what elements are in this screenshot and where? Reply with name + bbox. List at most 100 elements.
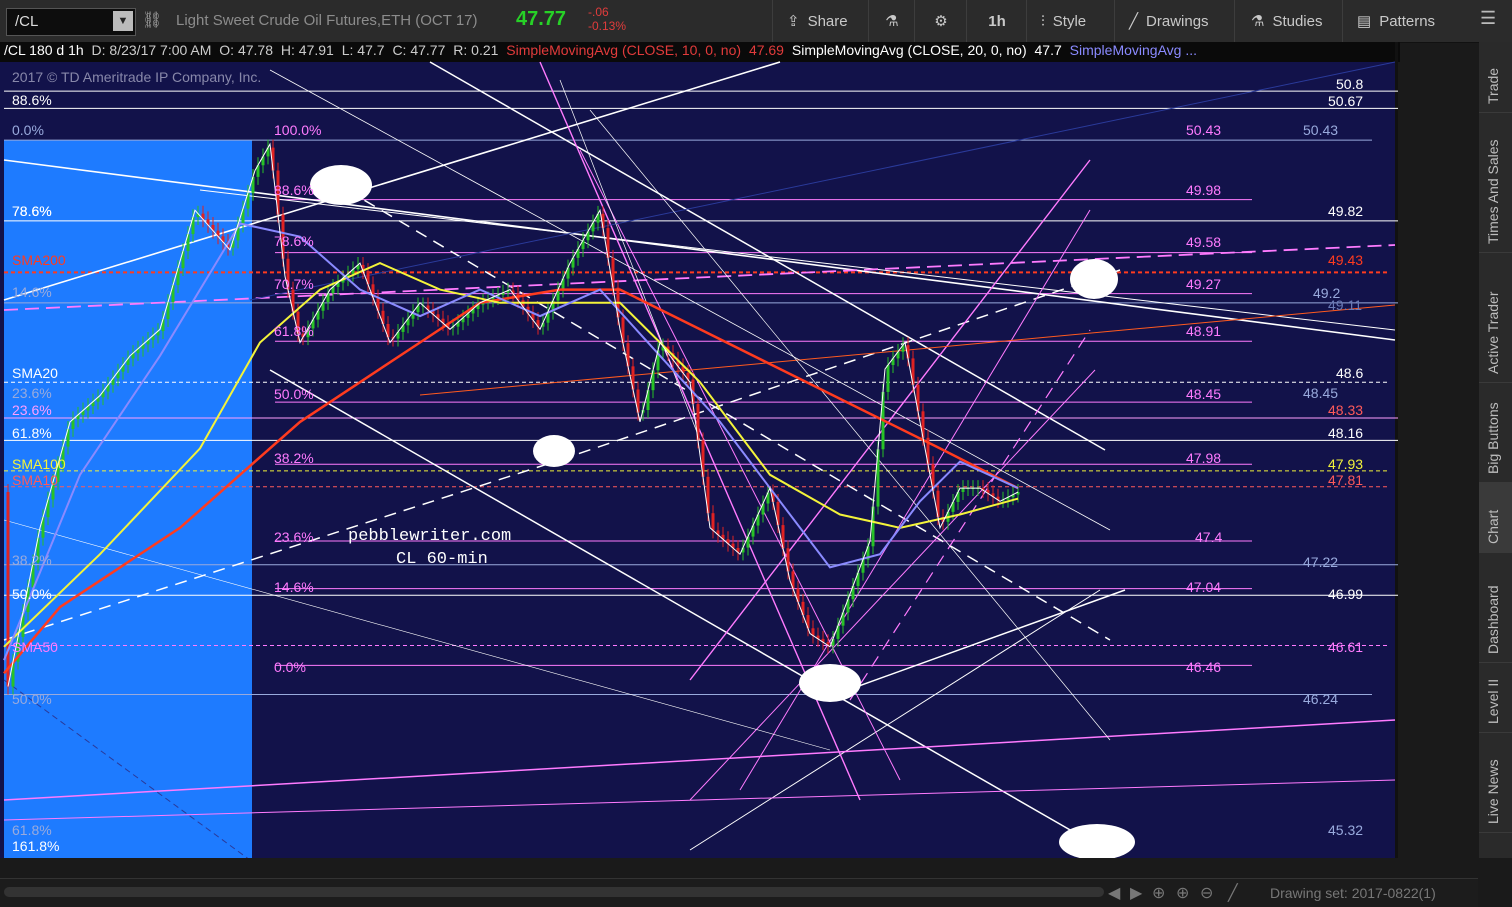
share-icon: ⇪ bbox=[787, 13, 800, 30]
left-level-label: 0.0% bbox=[12, 122, 44, 138]
right-price-label: 48.45 bbox=[1303, 385, 1338, 401]
left-level-label: SMA200 bbox=[12, 252, 66, 268]
tab-trade-label: Trade bbox=[1485, 67, 1501, 104]
flask-button[interactable]: ⚗ bbox=[868, 0, 915, 42]
settings-button[interactable]: ⚙ bbox=[914, 0, 967, 42]
candle-body bbox=[871, 506, 875, 547]
right-price-label: 48.6 bbox=[1336, 365, 1363, 381]
bottom-toolbar: ◀ ▶ ⊕ ⊕ ⊖ ╱ Drawing set: 2017-0822(1) bbox=[0, 878, 1478, 907]
right-price-label: 45.32 bbox=[1328, 822, 1363, 838]
right-price-label: 46.46 bbox=[1186, 659, 1221, 675]
left-level-label: 38.2% bbox=[12, 552, 52, 568]
fib-label: 70.7% bbox=[274, 276, 314, 292]
watermark-line2: CL 60-min bbox=[396, 550, 488, 569]
timeframe-button[interactable]: 1h bbox=[966, 0, 1027, 42]
right-price-label: 46.99 bbox=[1328, 586, 1363, 602]
flask-icon: ⚗ bbox=[1251, 13, 1265, 30]
tab-times-and-sales[interactable]: Times And Sales bbox=[1479, 112, 1512, 253]
tab-active-trader[interactable]: Active Trader bbox=[1479, 252, 1512, 383]
right-price-label: 46.24 bbox=[1303, 691, 1338, 707]
symbol-input[interactable]: /CL ▼ bbox=[6, 8, 136, 36]
last-price: 47.77 bbox=[516, 8, 567, 30]
zoom-in-icon[interactable]: ⊕ bbox=[1176, 883, 1189, 903]
tab-chart-label: Chart bbox=[1485, 509, 1501, 544]
candle-body bbox=[161, 319, 165, 332]
fib-label: 78.6% bbox=[274, 233, 314, 249]
fib-label: 14.6% bbox=[274, 579, 314, 595]
right-price-label: 46.61 bbox=[1328, 639, 1363, 655]
right-price-label: 50.67 bbox=[1328, 93, 1363, 109]
scroll-left-icon[interactable]: ◀ bbox=[1108, 883, 1120, 903]
scroll-right-icon[interactable]: ▶ bbox=[1130, 883, 1142, 903]
left-level-label: SMA10 bbox=[12, 472, 58, 488]
chevron-down-icon[interactable]: ▼ bbox=[113, 11, 133, 31]
link-icon[interactable]: ⛓ bbox=[142, 10, 162, 30]
chart-scrollbar[interactable] bbox=[4, 887, 1104, 897]
right-price-label: 50.43 bbox=[1186, 122, 1221, 138]
right-price-label: 49.27 bbox=[1186, 276, 1221, 292]
studies-label: Studies bbox=[1272, 12, 1323, 30]
change-abs: -.06 bbox=[588, 5, 609, 19]
fib-label: 50.0% bbox=[274, 386, 314, 402]
left-level-label: 161.8% bbox=[12, 838, 59, 854]
left-level-label: 23.6% bbox=[12, 385, 52, 401]
studies-button[interactable]: ⚗ Studies bbox=[1234, 0, 1343, 42]
patterns-button[interactable]: ▤ Patterns bbox=[1342, 0, 1457, 42]
copyright-text: 2017 © TD Ameritrade IP Company, Inc. bbox=[12, 69, 261, 85]
drawings-button[interactable]: ╱ Drawings bbox=[1114, 0, 1235, 42]
right-price-label: 47.22 bbox=[1303, 554, 1338, 570]
right-price-label: 47.98 bbox=[1186, 450, 1221, 466]
fib-label: 88.6% bbox=[274, 182, 314, 198]
watermark-line1: pebblewriter.com bbox=[348, 527, 511, 546]
right-price-label: 49.43 bbox=[1328, 252, 1363, 268]
sliders-icon[interactable]: ☰ bbox=[1480, 8, 1496, 29]
tab-big-buttons[interactable]: Big Buttons bbox=[1479, 382, 1512, 483]
right-price-label: 48.91 bbox=[1186, 323, 1221, 339]
share-button[interactable]: ⇪ Share bbox=[772, 0, 869, 42]
patterns-icon: ▤ bbox=[1357, 13, 1372, 30]
right-price-label: 50.43 bbox=[1303, 122, 1338, 138]
change-pct: -0.13% bbox=[588, 19, 627, 33]
gear-icon: ⚙ bbox=[934, 13, 948, 30]
marker-ellipse bbox=[799, 664, 861, 702]
right-price-label: 49.98 bbox=[1186, 182, 1221, 198]
tab-level-ii-label: Level II bbox=[1485, 678, 1501, 724]
fib-label: 23.6% bbox=[274, 529, 314, 545]
crosshair-icon[interactable]: ⊕ bbox=[1152, 883, 1165, 903]
marker-ellipse bbox=[533, 435, 575, 467]
fib-label: 100.0% bbox=[274, 122, 321, 138]
marker-ellipse bbox=[310, 165, 372, 205]
candle-body bbox=[6, 492, 10, 687]
right-price-label: 47.04 bbox=[1186, 579, 1221, 595]
tab-live-news[interactable]: Live News bbox=[1479, 732, 1512, 833]
right-price-label: 50.8 bbox=[1336, 76, 1363, 92]
price-chart[interactable]: 88.6% 78.6% 0.0% 78.6% SMA200 14.6% SMA20 23.6%… bbox=[0, 42, 1398, 858]
fib-label: 0.0% bbox=[274, 659, 306, 675]
marker-ellipse bbox=[1070, 259, 1118, 299]
left-level-label: 88.6% bbox=[12, 92, 52, 108]
style-button[interactable]: ⫶ Style bbox=[1026, 0, 1115, 42]
candle-body bbox=[961, 488, 965, 493]
fib-label: 61.8% bbox=[274, 323, 314, 339]
right-sidebar: Trade Times And Sales Active Trader Big … bbox=[1479, 42, 1512, 858]
style-label: Style bbox=[1052, 12, 1087, 30]
left-level-label: 50.0% bbox=[12, 691, 52, 707]
highlight-zone bbox=[4, 140, 252, 858]
tab-chart[interactable]: Chart bbox=[1479, 482, 1512, 553]
tab-times-and-sales-label: Times And Sales bbox=[1485, 139, 1501, 244]
flask-icon: ⚗ bbox=[885, 13, 899, 30]
left-level-label: 50.0% bbox=[12, 586, 52, 602]
patterns-label: Patterns bbox=[1379, 12, 1436, 30]
zoom-out-icon[interactable]: ⊖ bbox=[1200, 883, 1213, 903]
right-price-label: 49.82 bbox=[1328, 203, 1363, 219]
drawing-tool-icon[interactable]: ╱ bbox=[1228, 883, 1238, 903]
right-price-label: 47.4 bbox=[1195, 529, 1222, 545]
tab-level-ii[interactable]: Level II bbox=[1479, 662, 1512, 733]
tab-dashboard[interactable]: Dashboard bbox=[1479, 552, 1512, 663]
right-price-label: 47.93 bbox=[1328, 456, 1363, 472]
right-price-label: 47.81 bbox=[1328, 472, 1363, 488]
tab-trade[interactable]: Trade bbox=[1479, 42, 1512, 113]
left-level-label: SMA50 bbox=[12, 639, 58, 655]
drawing-set-label[interactable]: Drawing set: 2017-0822(1) bbox=[1270, 885, 1436, 901]
left-level-label: SMA20 bbox=[12, 365, 58, 381]
